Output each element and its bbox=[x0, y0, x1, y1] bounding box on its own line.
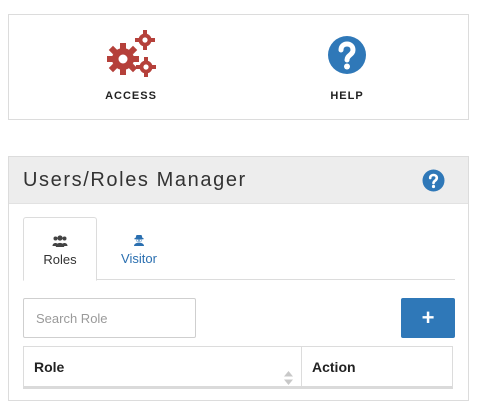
tab-roles[interactable]: Roles bbox=[23, 217, 97, 281]
add-role-button[interactable]: + bbox=[401, 298, 455, 338]
help-shortcut[interactable]: HELP bbox=[247, 15, 447, 119]
gears-icon bbox=[105, 29, 157, 81]
panel-header: Users/Roles Manager bbox=[9, 157, 468, 204]
access-shortcut[interactable]: ACCESS bbox=[31, 15, 231, 119]
sort-icon[interactable] bbox=[284, 360, 293, 385]
access-label: ACCESS bbox=[105, 90, 157, 102]
column-header-role[interactable]: Role bbox=[24, 347, 302, 386]
help-label: HELP bbox=[330, 90, 364, 102]
roles-table-header: Role Action bbox=[23, 346, 453, 389]
search-role-input[interactable] bbox=[23, 298, 196, 338]
users-roles-manager-panel: Users/Roles Manager Roles Visitor Search… bbox=[8, 156, 469, 401]
user-secret-icon bbox=[134, 233, 145, 251]
tab-roles-label: Roles bbox=[43, 252, 77, 267]
panel-title: Users/Roles Manager bbox=[23, 169, 247, 191]
shortcut-panel: ACCESS HELP bbox=[8, 14, 469, 120]
tab-bar: Roles Visitor bbox=[23, 217, 455, 281]
tab-visitor-label: Visitor bbox=[121, 251, 157, 266]
tab-visitor[interactable]: Visitor bbox=[105, 217, 173, 280]
question-circle-icon bbox=[321, 29, 373, 81]
column-header-role-label: Role bbox=[34, 359, 65, 375]
column-header-action: Action bbox=[312, 359, 356, 375]
question-circle-icon[interactable] bbox=[422, 169, 445, 192]
users-icon bbox=[52, 234, 68, 252]
